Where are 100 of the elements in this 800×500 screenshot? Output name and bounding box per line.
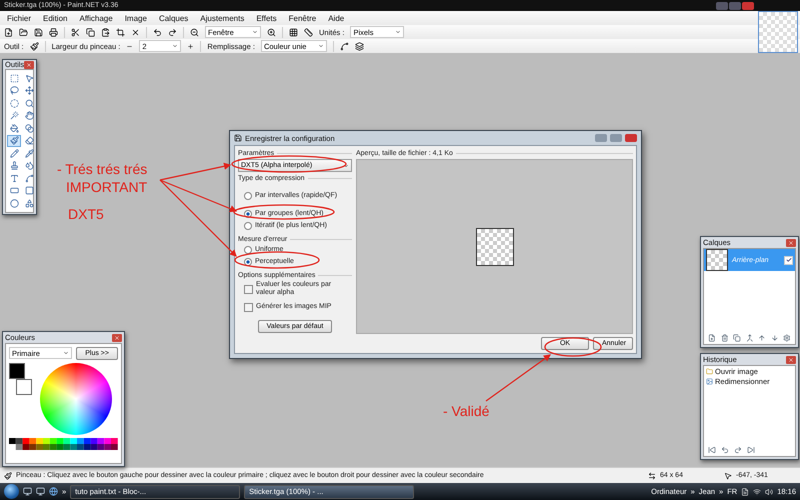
close-button[interactable] [786, 238, 796, 246]
paintbrush-icon [10, 136, 18, 146]
eraser-icon [24, 136, 34, 146]
menu-item[interactable]: Affichage [76, 14, 116, 22]
menu-item[interactable]: Ajustements [197, 14, 248, 22]
primary-color-swatch[interactable] [9, 363, 25, 379]
pointer-icon [24, 74, 34, 83]
size-icon [648, 472, 656, 480]
radio-button[interactable] [244, 246, 252, 254]
up-arrow-icon[interactable] [758, 334, 766, 342]
close-button[interactable] [786, 356, 796, 364]
annotation-text: - Trés trés trés [57, 161, 148, 177]
ellipse-select-icon [10, 98, 18, 108]
close-button[interactable] [112, 334, 122, 342]
minimize-button[interactable] [716, 2, 728, 10]
save-icon[interactable] [34, 28, 43, 36]
move-icon [24, 86, 34, 96]
network-icon[interactable] [753, 488, 762, 496]
checkbox[interactable] [244, 302, 253, 312]
volume-icon[interactable] [765, 488, 774, 496]
arrow [486, 354, 551, 402]
cursor-icon [724, 472, 732, 480]
undo-icon[interactable] [153, 28, 162, 36]
magic-wand-icon [10, 111, 18, 120]
first-step-icon[interactable] [708, 446, 716, 454]
close-icon [788, 356, 794, 362]
window-switch-icon[interactable] [36, 487, 45, 496]
grid-icon[interactable] [289, 28, 298, 36]
paintbrush-icon [4, 472, 12, 480]
folder-icon[interactable] [19, 28, 28, 36]
duplicate-icon[interactable] [733, 334, 741, 342]
menu-item[interactable]: Aide [325, 14, 348, 22]
image-thumbnail[interactable] [758, 11, 798, 53]
zoom-out-icon[interactable] [190, 28, 199, 36]
curve-icon [24, 174, 34, 183]
blend-mode-icon[interactable] [354, 42, 364, 50]
rounded-rectangle-icon [24, 186, 34, 196]
paste-icon[interactable] [101, 28, 110, 36]
save-icon [234, 134, 242, 142]
browser-icon[interactable] [49, 487, 58, 496]
zoom-icon [24, 98, 34, 108]
lasso-icon [10, 86, 18, 96]
close-icon [114, 334, 120, 340]
tool-button[interactable] [7, 134, 21, 147]
hand-icon [24, 111, 34, 120]
stamp-icon [10, 161, 18, 170]
maximize-button[interactable] [729, 2, 741, 10]
undo-icon[interactable] [721, 446, 729, 454]
menu-item[interactable]: Edition [40, 14, 70, 22]
desktop-icon[interactable] [23, 487, 32, 496]
ruler-icon[interactable] [304, 28, 313, 36]
gradient-icon [24, 124, 34, 133]
last-step-icon[interactable] [747, 446, 755, 454]
menu-item[interactable]: Fichier [4, 14, 34, 22]
menu-item[interactable]: Effets [253, 14, 280, 22]
close-button[interactable] [742, 2, 754, 10]
copy-icon[interactable] [86, 28, 95, 36]
close-icon [26, 62, 32, 68]
radio-button[interactable] [244, 258, 252, 266]
palette-drawing[interactable] [9, 438, 119, 450]
tray-icon[interactable] [741, 488, 750, 496]
paintbrush-icon[interactable] [30, 42, 39, 50]
merge-icon[interactable] [746, 334, 754, 342]
text-icon [10, 174, 18, 183]
pencil-icon [10, 148, 18, 158]
checkerboard-preview [476, 228, 514, 266]
rectangle-icon [10, 186, 18, 196]
layer-thumbnail [706, 249, 728, 271]
radio-button[interactable] [244, 222, 252, 230]
properties-icon[interactable] [783, 334, 792, 342]
annotation-text: IMPORTANT [66, 179, 148, 195]
curve-icon[interactable] [340, 42, 349, 50]
checkbox[interactable] [244, 284, 253, 294]
close-button[interactable] [24, 60, 34, 68]
ellipse-icon [10, 198, 18, 208]
shapes-icon [24, 198, 34, 208]
start-button[interactable] [4, 484, 19, 499]
menu-item[interactable]: Image [122, 14, 150, 22]
droplets-icon [24, 161, 34, 170]
scissors-icon[interactable] [71, 28, 80, 36]
visibility-checkbox[interactable] [784, 256, 793, 264]
close-icon [788, 240, 794, 246]
redo-icon[interactable] [168, 28, 177, 36]
plus-icon[interactable] [187, 42, 194, 50]
printer-icon[interactable] [49, 28, 58, 36]
select-icon [10, 74, 18, 83]
highlight-ellipse [544, 337, 602, 357]
crop-icon[interactable] [116, 28, 125, 36]
new-file-icon[interactable] [4, 28, 13, 36]
pipette-icon [24, 148, 34, 158]
menu-item[interactable]: Calques [156, 14, 192, 22]
add-layer-icon[interactable] [708, 334, 716, 342]
zoom-in-icon[interactable] [267, 28, 276, 36]
secondary-color-swatch[interactable] [16, 379, 32, 395]
delete-icon[interactable] [720, 334, 728, 342]
annotation-text: DXT5 [68, 206, 104, 222]
menu-item[interactable]: Fenêtre [286, 14, 320, 22]
down-arrow-icon[interactable] [770, 334, 778, 342]
radio-button[interactable] [244, 192, 252, 200]
deselect-icon[interactable] [131, 28, 140, 36]
